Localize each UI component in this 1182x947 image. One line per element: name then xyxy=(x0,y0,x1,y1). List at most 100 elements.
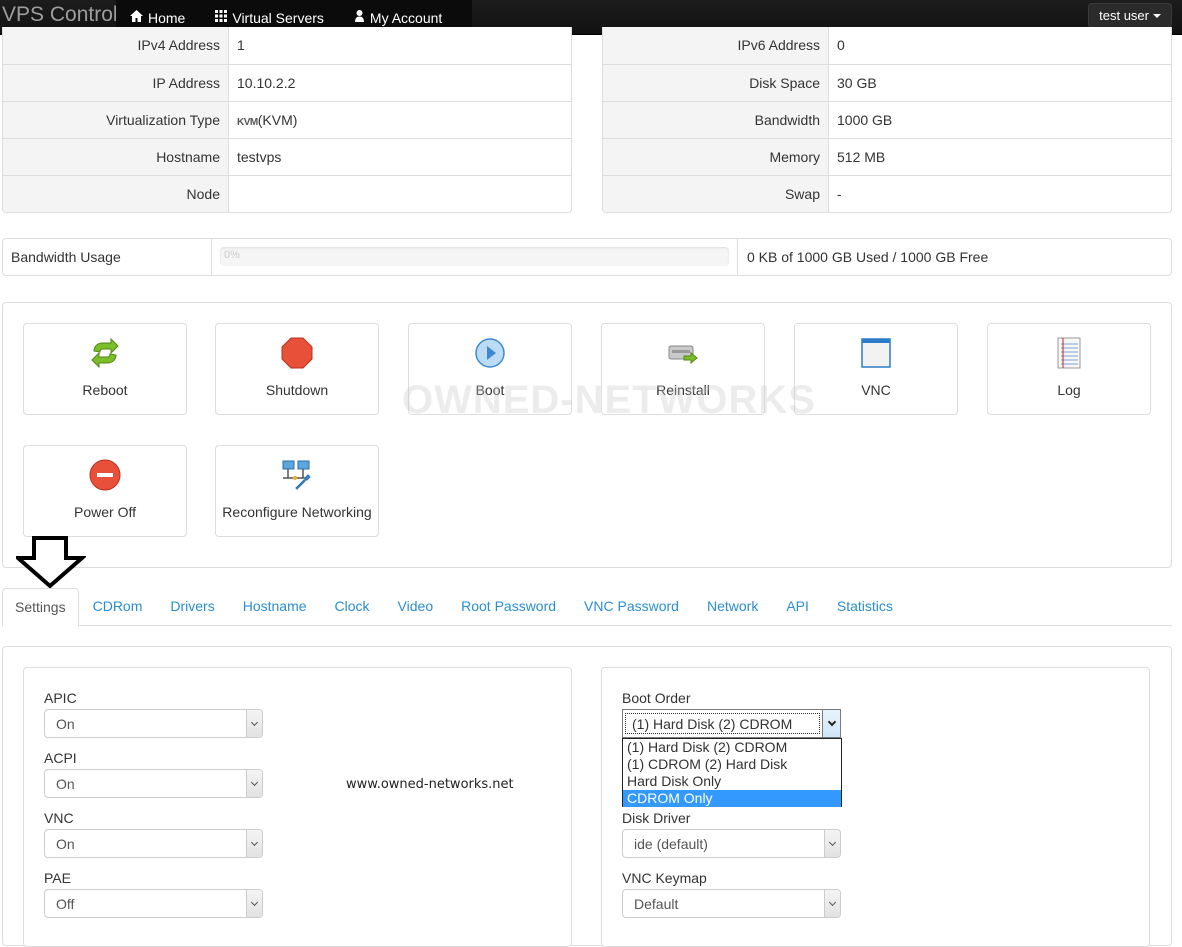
boot-order-option[interactable]: (1) Hard Disk (2) CDROM xyxy=(623,739,841,756)
caret-down-icon xyxy=(1153,13,1161,18)
action-label: Log xyxy=(1057,382,1081,398)
select-value: (1) Hard Disk (2) CDROM xyxy=(625,713,820,734)
bandwidth-usage-row: Bandwidth Usage 0% 0 KB of 1000 GB Used … xyxy=(2,238,1172,276)
pae-label: PAE xyxy=(44,870,71,886)
chevron-down-icon xyxy=(246,890,262,917)
vnc-select[interactable]: On xyxy=(44,829,263,858)
pae-select[interactable]: Off xyxy=(44,889,263,918)
disk-driver-label: Disk Driver xyxy=(622,810,691,826)
vnc-label: VNC xyxy=(44,810,74,826)
info-label: Memory xyxy=(603,139,829,175)
info-label: IPv6 Address xyxy=(603,27,829,64)
tab-root-password[interactable]: Root Password xyxy=(447,588,570,626)
chevron-down-icon xyxy=(824,830,840,857)
reinstall-button[interactable]: Reinstall xyxy=(601,323,765,415)
power-off-button[interactable]: Power Off xyxy=(23,445,187,537)
nav-item-label: Virtual Servers xyxy=(232,9,324,26)
nav-item-label: Home xyxy=(148,9,186,26)
boot-order-label: Boot Order xyxy=(622,690,691,706)
arrow-down-annotation-icon xyxy=(12,536,88,593)
boot-icon xyxy=(473,336,507,370)
info-value: - xyxy=(837,186,842,202)
action-label: Shutdown xyxy=(265,382,329,398)
info-value: 512 MB xyxy=(837,149,886,165)
boot-order-option-highlighted[interactable]: CDROM Only xyxy=(623,790,841,807)
log-button[interactable]: Log xyxy=(987,323,1151,415)
acpi-label: ACPI xyxy=(44,750,77,766)
vnc-keymap-select[interactable]: Default xyxy=(622,889,841,918)
shutdown-button[interactable]: Shutdown xyxy=(215,323,379,415)
tab-vnc-password[interactable]: VNC Password xyxy=(570,588,693,626)
user-menu-button[interactable]: test user xyxy=(1088,3,1172,28)
tab-statistics[interactable]: Statistics xyxy=(823,588,907,626)
info-label: IP Address xyxy=(3,65,229,101)
info-value xyxy=(229,176,571,212)
chevron-down-icon xyxy=(246,710,262,737)
tab-drivers[interactable]: Drivers xyxy=(156,588,228,626)
vnc-button[interactable]: VNC xyxy=(794,323,958,415)
power-off-icon xyxy=(88,458,122,492)
chevron-down-icon xyxy=(246,770,262,797)
tab-cdrom[interactable]: CDRom xyxy=(79,588,157,626)
info-row: Node xyxy=(3,175,571,212)
info-row: Memory 512 MB xyxy=(603,138,1171,175)
reinstall-icon xyxy=(666,336,700,370)
tab-settings[interactable]: Settings xyxy=(2,588,79,627)
vnc-icon xyxy=(859,336,893,370)
user-name: test user xyxy=(1099,8,1149,23)
log-icon xyxy=(1052,336,1086,370)
tab-clock[interactable]: Clock xyxy=(321,588,384,626)
tab-hostname[interactable]: Hostname xyxy=(229,588,321,626)
info-value: 30 GB xyxy=(837,75,877,91)
chevron-down-icon xyxy=(824,890,840,917)
action-label: VNC xyxy=(861,382,891,398)
server-info-table-right: IPv6 Address 0 Disk Space 30 GB Bandwidt… xyxy=(602,27,1172,213)
tab-api[interactable]: API xyxy=(772,588,823,626)
info-row: Bandwidth 1000 GB xyxy=(603,101,1171,138)
grid-icon xyxy=(215,10,228,25)
tab-video[interactable]: Video xyxy=(384,588,448,626)
info-label: Virtualization Type xyxy=(3,102,229,138)
user-icon xyxy=(354,10,365,25)
boot-order-select[interactable]: (1) Hard Disk (2) CDROM xyxy=(622,709,841,738)
info-value: 1000 GB xyxy=(837,112,893,128)
chevron-down-icon xyxy=(822,710,840,737)
vnc-keymap-label: VNC Keymap xyxy=(622,870,707,886)
info-label: IPv4 Address xyxy=(3,27,229,64)
select-value: On xyxy=(56,716,75,732)
disk-driver-select[interactable]: ide (default) xyxy=(622,829,841,858)
reconfigure-networking-button[interactable]: Reconfigure Networking xyxy=(215,445,379,537)
info-row: IP Address 10.10.2.2 xyxy=(3,64,571,101)
info-row: Hostname testvps xyxy=(3,138,571,175)
select-value: Off xyxy=(56,896,75,912)
settings-tabs: Settings CDRom Drivers Hostname Clock Vi… xyxy=(2,588,1172,627)
home-icon xyxy=(130,10,143,25)
apic-select[interactable]: On xyxy=(44,709,263,738)
shutdown-icon xyxy=(280,336,314,370)
info-value: 1 xyxy=(237,37,245,53)
info-label: Node xyxy=(3,176,229,212)
boot-order-option[interactable]: (1) CDROM (2) Hard Disk xyxy=(623,756,841,773)
action-label: Reconfigure Networking xyxy=(222,504,372,520)
kvm-logo-icon: KVM xyxy=(237,117,258,128)
info-row: IPv4 Address 1 xyxy=(3,27,571,64)
server-info-table-left: IPv4 Address 1 IP Address 10.10.2.2 Virt… xyxy=(2,27,572,213)
boot-button[interactable]: Boot xyxy=(408,323,572,415)
apic-label: APIC xyxy=(44,690,77,706)
select-value: Default xyxy=(634,896,679,912)
acpi-select[interactable]: On xyxy=(44,769,263,798)
info-value: 10.10.2.2 xyxy=(237,75,296,91)
reboot-button[interactable]: Reboot xyxy=(23,323,187,415)
website-watermark: www.owned-networks.net xyxy=(346,777,514,792)
info-row: IPv6 Address 0 xyxy=(603,27,1171,64)
info-label: Hostname xyxy=(3,139,229,175)
info-label: Swap xyxy=(603,176,829,212)
info-label: Disk Space xyxy=(603,65,829,101)
tab-network[interactable]: Network xyxy=(693,588,772,626)
boot-order-option[interactable]: Hard Disk Only xyxy=(623,773,841,790)
nav-item-label: My Account xyxy=(369,9,443,26)
network-icon xyxy=(280,458,314,492)
brand-title[interactable]: VPS Control xyxy=(2,3,118,27)
action-label: Reboot xyxy=(82,382,128,398)
info-value: testvps xyxy=(237,149,282,165)
